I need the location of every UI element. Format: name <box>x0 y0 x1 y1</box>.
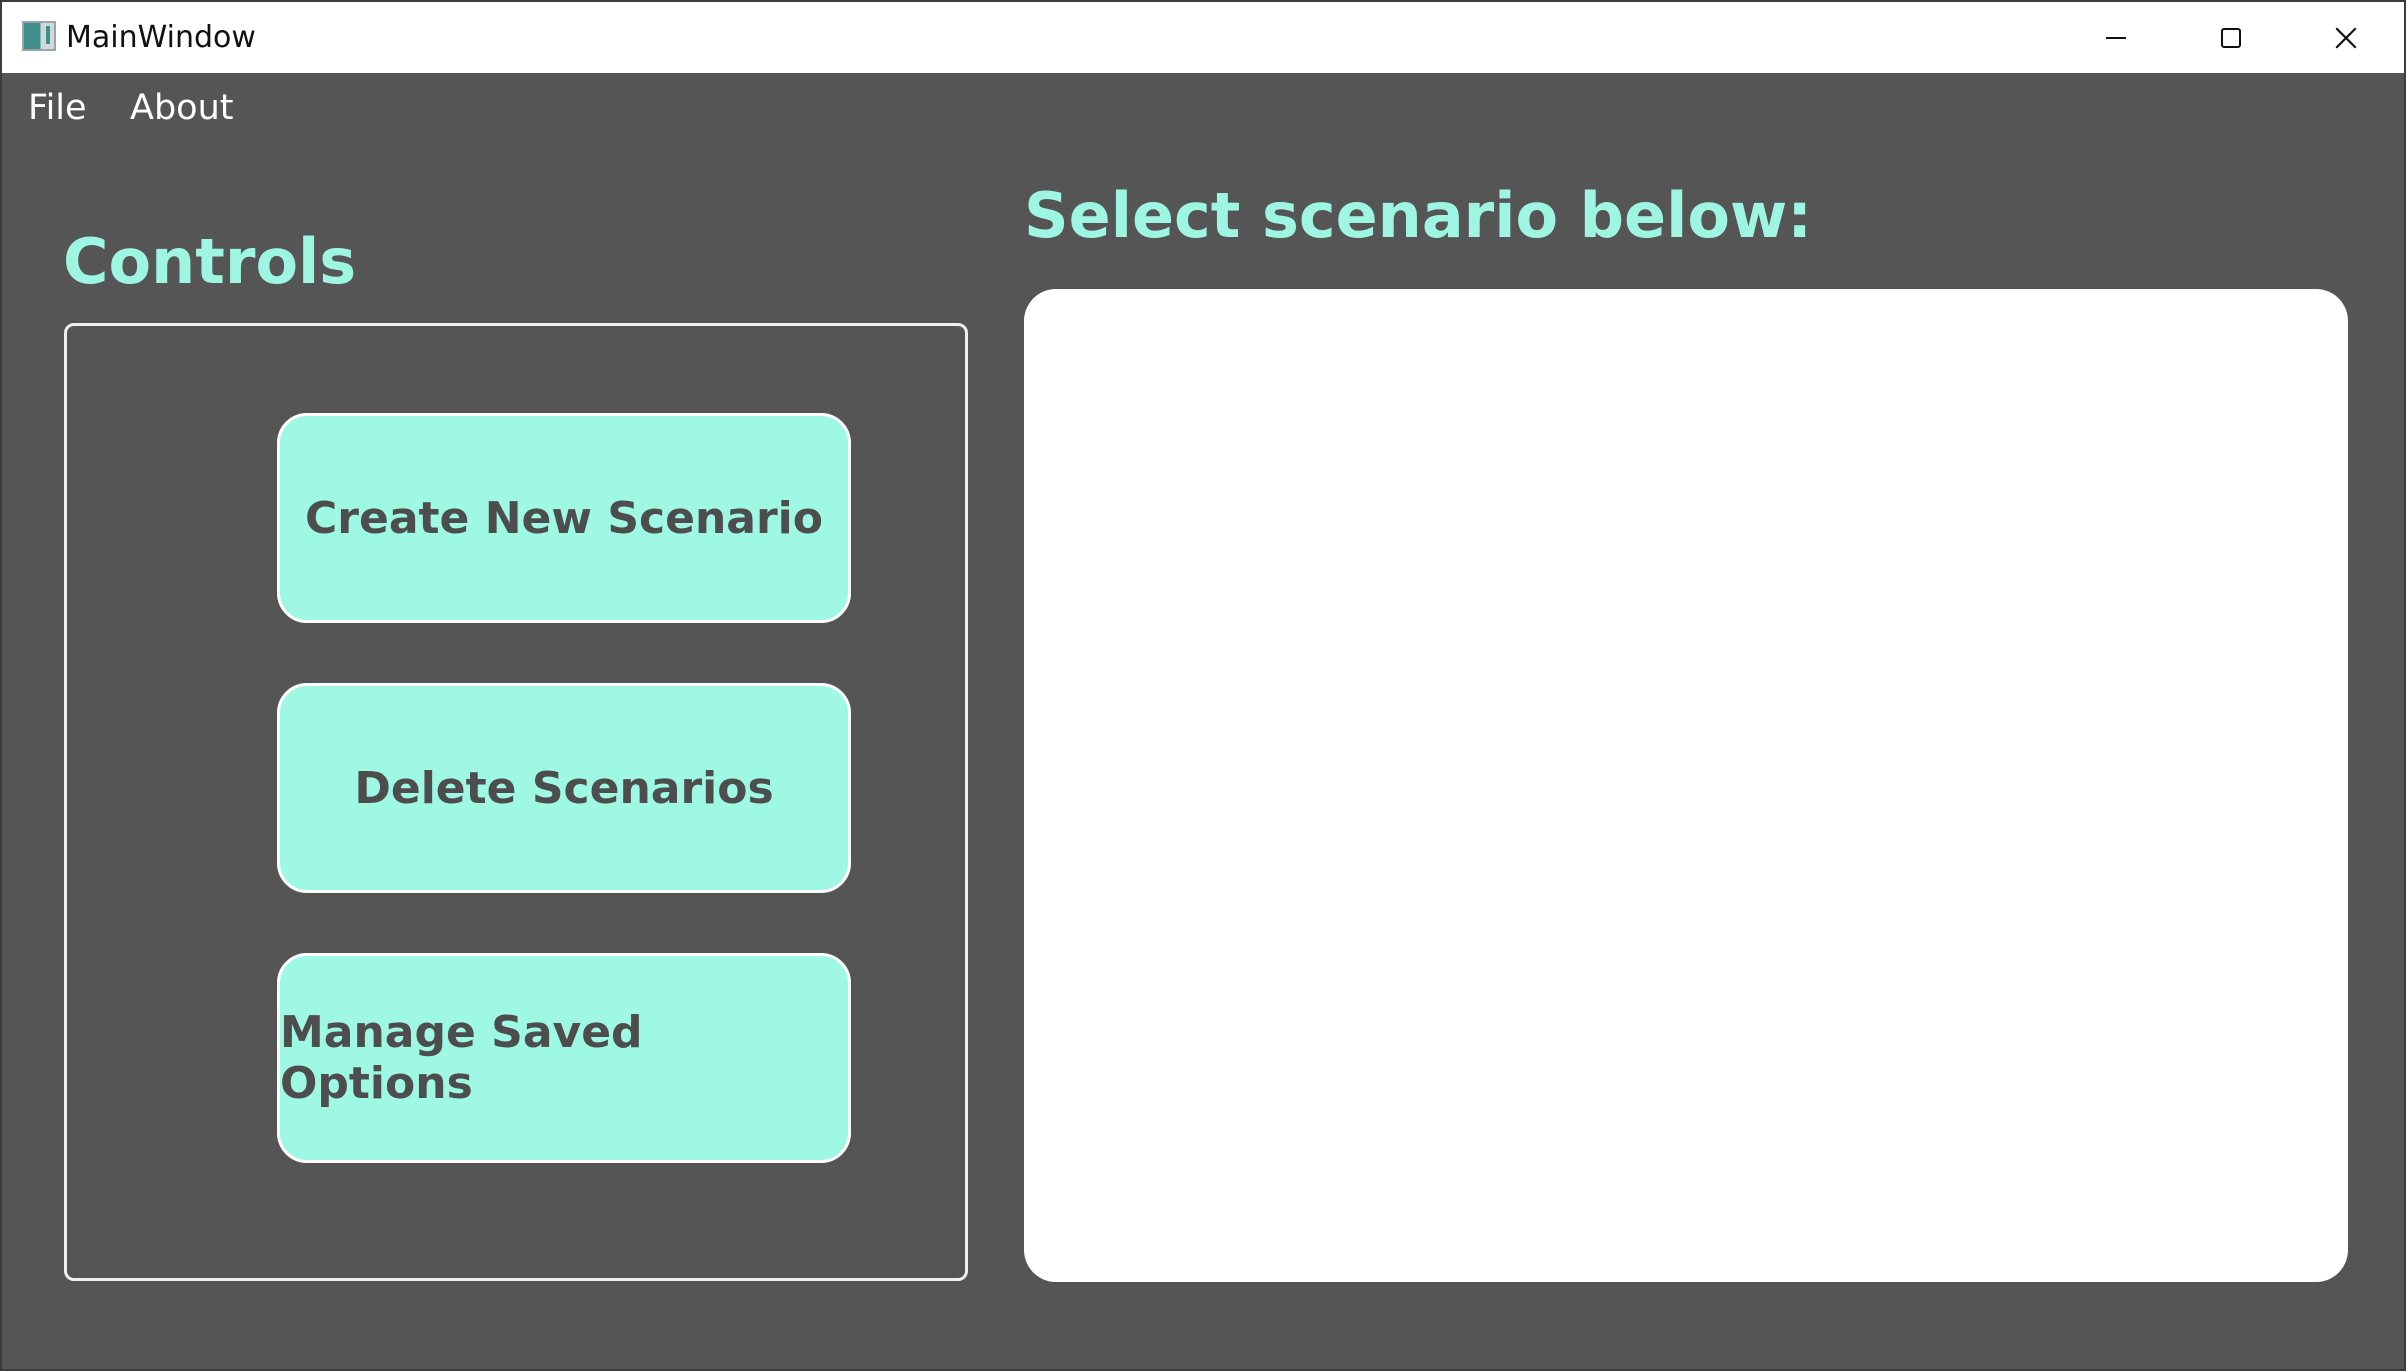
scenario-heading: Select scenario below: <box>1024 179 1813 252</box>
maximize-button[interactable] <box>2173 2 2288 73</box>
close-icon <box>2334 26 2357 49</box>
app-icon <box>22 21 56 51</box>
close-button[interactable] <box>2288 2 2403 73</box>
menu-about[interactable]: About <box>130 73 233 143</box>
controls-heading: Controls <box>63 225 357 298</box>
minimize-icon <box>2105 36 2126 39</box>
create-new-scenario-button[interactable]: Create New Scenario <box>277 413 851 623</box>
main-window: MainWindow File About Controls Create Ne… <box>0 0 2406 1371</box>
minimize-button[interactable] <box>2058 2 2173 73</box>
menu-file[interactable]: File <box>28 73 87 143</box>
scenario-list[interactable] <box>1024 289 2348 1282</box>
title-bar[interactable]: MainWindow <box>2 2 2404 73</box>
delete-scenarios-button[interactable]: Delete Scenarios <box>277 683 851 893</box>
menu-bar: File About <box>2 73 2404 143</box>
maximize-icon <box>2220 27 2241 48</box>
window-title: MainWindow <box>66 20 256 55</box>
controls-panel: Create New Scenario Delete Scenarios Man… <box>64 323 968 1281</box>
manage-saved-options-button[interactable]: Manage Saved Options <box>277 953 851 1163</box>
